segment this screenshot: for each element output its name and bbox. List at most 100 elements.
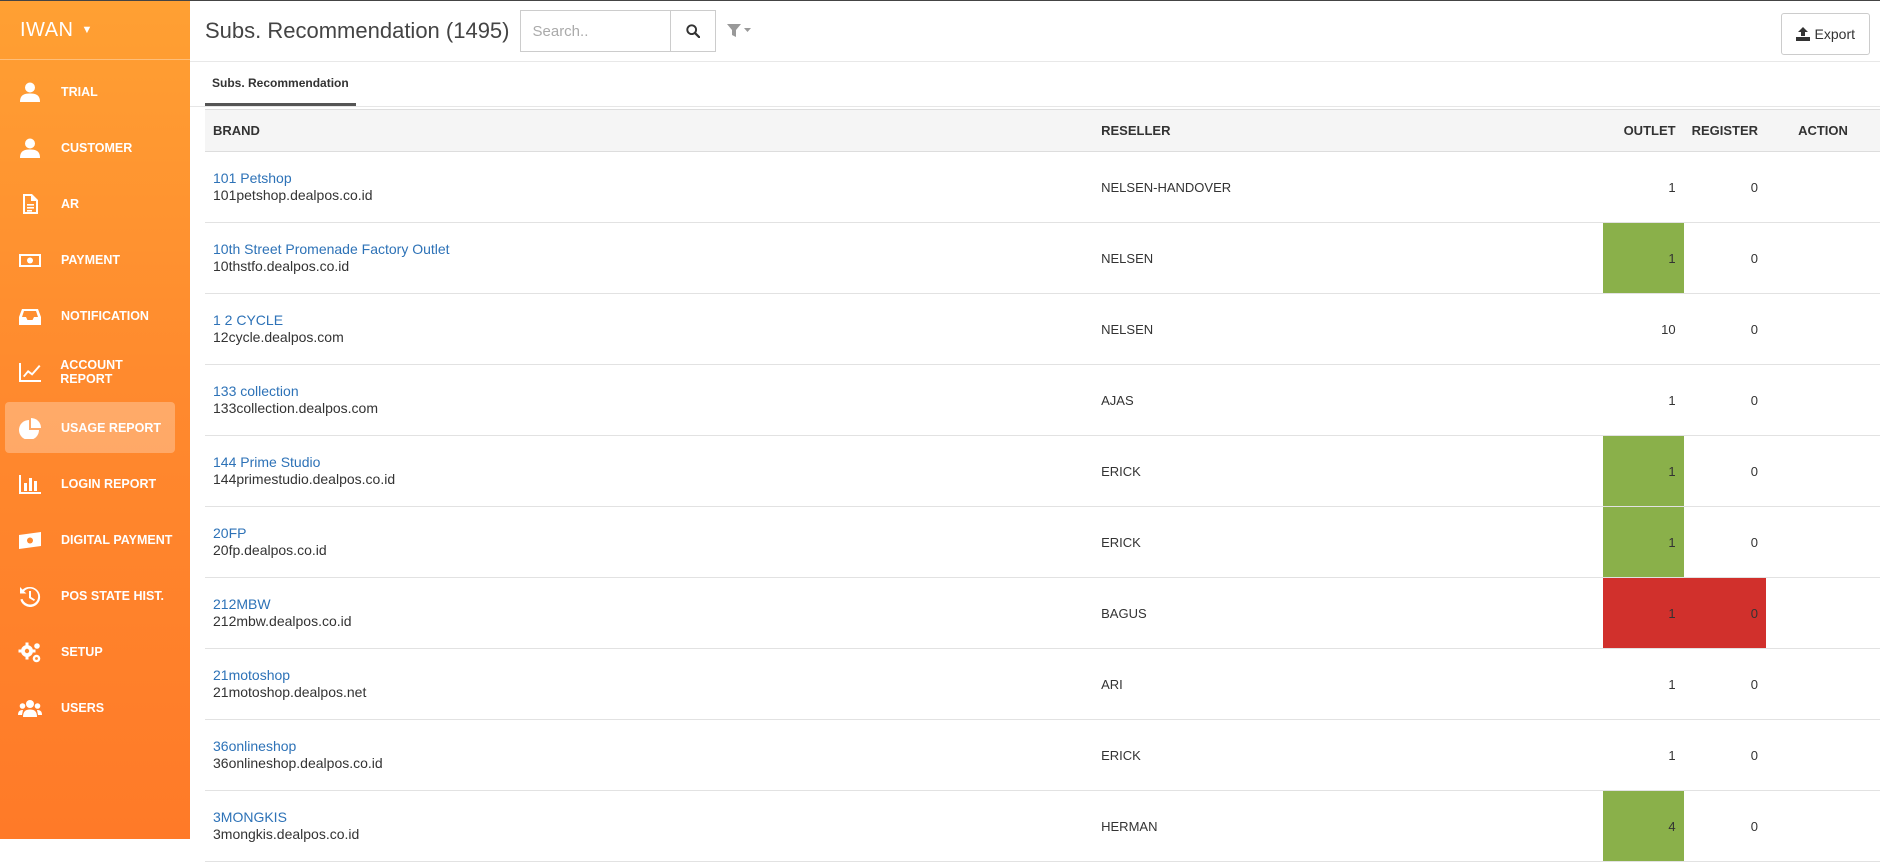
reseller-cell: AJAS <box>1093 364 1603 436</box>
sidebar-item-customer[interactable]: CUSTOMER <box>5 122 175 173</box>
export-label: Export <box>1814 26 1855 42</box>
bar-chart-icon <box>17 473 43 495</box>
column-header-register[interactable]: REGISTER <box>1683 109 1767 152</box>
outlet-count: 10 <box>1602 293 1684 365</box>
sidebar-item-label: TRIAL <box>61 84 98 99</box>
outlet-count: 1 <box>1602 435 1684 507</box>
main-content: Subs. Recommendation (1495) Export Subs.… <box>190 1 1880 862</box>
column-header-action: ACTION <box>1766 109 1880 152</box>
reseller-cell: NELSEN-HANDOVER <box>1093 151 1603 223</box>
brand-link[interactable]: 36onlineshop <box>213 738 1085 755</box>
subs-recommendation-table: BRAND RESELLER OUTLET REGISTER ACTION 10… <box>205 109 1880 862</box>
user-name: IWAN <box>20 18 74 41</box>
user-menu[interactable]: IWAN ▼ <box>0 1 190 60</box>
search-input[interactable] <box>519 10 670 52</box>
brand-cell: 10th Street Promenade Factory Outlet 10th… <box>205 222 1094 294</box>
brand-link[interactable]: 144 Prime Studio <box>213 454 1085 471</box>
action-cell <box>1766 506 1880 578</box>
table-row: 212MBW 212mbw.dealpos.co.id BAGUS 1 0 <box>205 577 1880 649</box>
user-icon <box>17 137 43 159</box>
brand-link[interactable]: 3MONGKIS <box>213 809 1085 826</box>
sidebar-item-setup[interactable]: SETUP <box>5 626 175 677</box>
history-icon <box>17 585 43 607</box>
brand-cell: 133 collection 133collection.dealpos.com <box>205 364 1094 436</box>
sidebar-item-account-report[interactable]: ACCOUNT REPORT <box>5 346 175 397</box>
sidebar-item-label: NOTIFICATION <box>61 308 149 323</box>
action-cell <box>1766 790 1880 862</box>
users-icon <box>17 697 43 719</box>
reseller-cell: NELSEN <box>1093 222 1603 294</box>
table-row: 10th Street Promenade Factory Outlet 10th… <box>205 222 1880 294</box>
register-count: 0 <box>1683 577 1767 649</box>
register-count: 0 <box>1683 222 1767 294</box>
reseller-cell: BAGUS <box>1093 577 1603 649</box>
export-button[interactable]: Export <box>1780 13 1870 55</box>
sidebar-item-label: ACCOUNT REPORT <box>60 357 123 386</box>
column-header-brand[interactable]: BRAND <box>205 109 1094 152</box>
reseller-cell: ARI <box>1093 648 1603 720</box>
sidebar-item-notification[interactable]: NOTIFICATION <box>5 290 175 341</box>
brand-cell: 144 Prime Studio 144primestudio.dealpos.c… <box>205 435 1094 507</box>
cash-icon <box>17 529 43 551</box>
column-header-outlet[interactable]: OUTLET <box>1602 109 1684 152</box>
document-icon <box>17 193 43 215</box>
outlet-count: 1 <box>1602 222 1684 294</box>
brand-domain: 12cycle.dealpos.com <box>213 329 344 345</box>
brand-link[interactable]: 20FP <box>213 525 1085 542</box>
brand-domain: 212mbw.dealpos.co.id <box>213 613 352 629</box>
action-cell <box>1766 293 1880 365</box>
search-icon <box>685 24 700 38</box>
brand-link[interactable]: 21motoshop <box>213 667 1085 684</box>
action-cell <box>1766 222 1880 294</box>
sidebar-item-digital-payment[interactable]: DIGITAL PAYMENT <box>5 514 175 565</box>
sidebar-item-label: USERS <box>61 700 105 715</box>
search-button[interactable] <box>669 10 716 52</box>
table-row: 21motoshop 21motoshop.dealpos.net ARI 1 0 <box>205 648 1880 720</box>
sidebar-item-users[interactable]: USERS <box>5 682 175 733</box>
tab-bar: Subs. Recommendation <box>190 62 1880 107</box>
user-icon <box>17 81 43 103</box>
sidebar-item-pos-state-hist[interactable]: POS STATE HIST. <box>5 570 175 621</box>
sidebar-item-login-report[interactable]: LOGIN REPORT <box>5 458 175 509</box>
brand-cell: 20FP 20fp.dealpos.co.id <box>205 506 1094 578</box>
brand-domain: 21motoshop.dealpos.net <box>213 684 367 700</box>
table-row: 133 collection 133collection.dealpos.com A… <box>205 364 1880 436</box>
outlet-count: 1 <box>1602 364 1684 436</box>
table-row: 101 Petshop 101petshop.dealpos.co.id NELSE… <box>205 151 1880 223</box>
sidebar-item-label: AR <box>61 196 80 211</box>
register-count: 0 <box>1683 435 1767 507</box>
tab-subs-recommendation[interactable]: Subs. Recommendation <box>205 62 356 106</box>
filter-button[interactable] <box>726 23 752 39</box>
brand-domain: 133collection.dealpos.com <box>213 400 378 416</box>
brand-link[interactable]: 212MBW <box>213 596 1085 613</box>
sidebar: IWAN ▼ TRIAL CUSTOMER AR PAYMENT NOTIFICATIO… <box>0 1 190 839</box>
outlet-count: 4 <box>1602 790 1684 862</box>
sidebar-item-ar[interactable]: AR <box>5 178 175 229</box>
sidebar-item-label: CUSTOMER <box>61 140 133 155</box>
sidebar-item-payment[interactable]: PAYMENT <box>5 234 175 285</box>
table-row: 20FP 20fp.dealpos.co.id ERICK 1 0 <box>205 506 1880 578</box>
reseller-cell: ERICK <box>1093 719 1603 791</box>
register-count: 0 <box>1683 790 1767 862</box>
sidebar-nav: TRIAL CUSTOMER AR PAYMENT NOTIFICATION ACCOUN… <box>0 60 190 733</box>
brand-link[interactable]: 1 2 CYCLE <box>213 312 1085 329</box>
reseller-cell: NELSEN <box>1093 293 1603 365</box>
sidebar-item-label: SETUP <box>61 644 103 659</box>
table-row: 1 2 CYCLE 12cycle.dealpos.com NELSEN 10 0 <box>205 293 1880 365</box>
sidebar-item-usage-report[interactable]: USAGE REPORT <box>5 402 175 453</box>
brand-link[interactable]: 133 collection <box>213 383 1085 400</box>
sidebar-item-trial[interactable]: TRIAL <box>5 66 175 117</box>
sidebar-item-label: DIGITAL PAYMENT <box>61 532 173 547</box>
outlet-count: 1 <box>1602 506 1684 578</box>
money-icon <box>17 249 43 271</box>
column-header-reseller[interactable]: RESELLER <box>1093 109 1603 152</box>
reseller-cell: ERICK <box>1093 435 1603 507</box>
reseller-cell: ERICK <box>1093 506 1603 578</box>
brand-cell: 101 Petshop 101petshop.dealpos.co.id <box>205 151 1094 223</box>
register-count: 0 <box>1683 364 1767 436</box>
brand-link[interactable]: 10th Street Promenade Factory Outlet <box>213 241 1085 258</box>
action-cell <box>1766 577 1880 649</box>
brand-cell: 21motoshop 21motoshop.dealpos.net <box>205 648 1094 720</box>
brand-link[interactable]: 101 Petshop <box>213 170 1085 187</box>
brand-cell: 36onlineshop 36onlineshop.dealpos.co.id <box>205 719 1094 791</box>
